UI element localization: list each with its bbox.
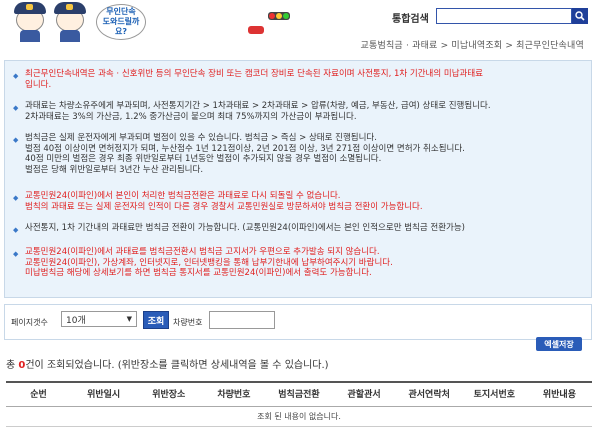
empty-table-message: 조회 된 내용이 없습니다. — [6, 407, 592, 427]
notice-line: 과태료는 차량소유주에게 부과되며, 사전통지기간 > 1차과태료 > 2차과태… — [25, 101, 491, 111]
result-summary: 총 0건이 조회되었습니다. (위반장소를 클릭하면 상세내역을 볼 수 있습니… — [6, 356, 329, 371]
notice-line: 교통민원24(이파인)에서 과태료를 범칙금전환시 범칙금 고지서가 우편으로 … — [25, 247, 380, 257]
page-count-value: 10개 — [66, 315, 86, 326]
column-header-vehicle-number[interactable]: 차량번호 — [201, 383, 266, 406]
chevron-down-icon: ▼ — [126, 315, 132, 323]
search-input[interactable] — [436, 8, 572, 24]
notice-line: 벌점 40점 이상이면 면허정지가 되며, 누산점수 1년 121점이상, 2년… — [25, 143, 465, 154]
notice-item: ◆ 범칙금은 실제 운전자에게 부과되며 벌점이 있을 수 있습니다. 범칙금 … — [13, 133, 465, 175]
notice-item: ◆ 교통민원24(이파인)에서 본인이 처리한 범칙금전환은 과태료로 다시 되… — [13, 191, 423, 212]
vehicle-number-input[interactable] — [209, 311, 275, 329]
column-header-office-contact[interactable]: 관서연락처 — [397, 383, 462, 406]
notice-line: 미납범칙금 해당에 상세보기를 하면 범칙금 통지서를 교통민원24(이파인)에… — [25, 268, 372, 278]
notice-line: 교통민원24(이파인)에서 본인이 처리한 범칙금전환은 과태료로 다시 되돌릴… — [25, 191, 341, 201]
search-button[interactable] — [572, 8, 588, 24]
bullet-icon: ◆ — [13, 194, 19, 202]
speech-bubble-line-2: 도와드릴까요? — [102, 17, 140, 36]
notice-line: 40점 미만의 벌점은 경우 최종 위반일로부터 1년동안 벌점이 추가되지 않… — [25, 154, 382, 164]
results-table: 순번 위반일시 위반장소 차량번호 범칙금전환 관할관서 관서연락처 토지서번호… — [6, 381, 592, 427]
bullet-icon: ◆ — [13, 72, 19, 80]
lookup-button[interactable]: 조회 — [143, 311, 169, 329]
police-mascot-right-icon — [52, 2, 88, 42]
breadcrumb: 교통범칙금 · 과태료 > 미납내역조회 > 최근무인단속내역 — [360, 41, 584, 51]
search-label: 통합검색 — [392, 14, 429, 25]
summary-suffix: 건이 조회되었습니다. (위반장소를 클릭하면 상세내역을 볼 수 있습니다.) — [25, 360, 329, 371]
column-header-fine-conversion[interactable]: 범칙금전환 — [266, 383, 331, 406]
traffic-light-icon — [268, 12, 290, 20]
notice-line: 사전통지, 1차 기간내의 과태료만 범칙금 전환이 가능합니다. (교통민원2… — [25, 223, 465, 233]
notice-item: ◆ 최근무인단속내역은 과속 · 신호위반 등의 무인단속 장비 또는 캠코더 … — [13, 69, 483, 90]
column-header-seq[interactable]: 순번 — [6, 383, 71, 406]
car-icon — [248, 26, 264, 34]
column-header-violation-date[interactable]: 위반일시 — [71, 383, 136, 406]
search-controls: 페이지갯수 10개 ▼ 조회 차량번호 — [4, 304, 592, 340]
notice-line: 범칙금은 실제 운전자에게 부과되며 벌점이 있을 수 있습니다. 범칙금 > … — [25, 133, 377, 143]
bullet-icon: ◆ — [13, 226, 19, 234]
table-header: 순번 위반일시 위반장소 차량번호 범칙금전환 관할관서 관서연락처 토지서번호… — [6, 381, 592, 407]
vehicle-number-label: 차량번호 — [173, 318, 203, 327]
speech-bubble: 무인단속 도와드릴까요? — [96, 4, 146, 40]
page-count-label: 페이지갯수 — [11, 318, 48, 327]
header: 무인단속 도와드릴까요? 통합검색 교통범칙금 · 과태료 > 미납내역조회 >… — [0, 0, 598, 58]
column-header-violation-details[interactable]: 위반내용 — [527, 383, 592, 406]
column-header-jurisdiction[interactable]: 관할관서 — [332, 383, 397, 406]
notice-line: 입니다. — [25, 79, 52, 90]
notice-item: ◆ 과태료는 차량소유주에게 부과되며, 사전통지기간 > 1차과태료 > 2차… — [13, 101, 491, 122]
notice-line: 교통민원24(이파인), 가상계좌, 인터넷지로, 인터넷뱅킹을 통해 납부기한… — [25, 257, 393, 268]
notice-item: ◆ 교통민원24(이파인)에서 과태료를 범칙금전환시 범칙금 고지서가 우편으… — [13, 247, 393, 279]
notice-box: ◆ 최근무인단속내역은 과속 · 신호위반 등의 무인단속 장비 또는 캠코더 … — [4, 60, 592, 298]
speech-bubble-line-1: 무인단속 — [106, 7, 136, 16]
notice-item: ◆ 사전통지, 1차 기간내의 과태료만 범칙금 전환이 가능합니다. (교통민… — [13, 223, 465, 234]
bullet-icon: ◆ — [13, 250, 19, 258]
notice-line: 2차과태료는 3%의 가산금, 1.2% 중가산금이 붙으며 최대 75%까지의… — [25, 111, 357, 122]
page-count-select[interactable]: 10개 ▼ — [61, 311, 137, 327]
summary-prefix: 총 — [6, 360, 16, 371]
excel-save-button[interactable]: 엑셀저장 — [536, 337, 582, 351]
logo-mascots: 무인단속 도와드릴까요? — [8, 0, 258, 46]
notice-line: 범칙의 과태료 또는 실제 운전자의 인적이 다른 경우 경찰서 교통민원실로 … — [25, 201, 423, 212]
column-header-violation-place[interactable]: 위반장소 — [136, 383, 201, 406]
bullet-icon: ◆ — [13, 104, 19, 112]
police-mascot-left-icon — [12, 2, 48, 42]
bullet-icon: ◆ — [13, 136, 19, 144]
notice-line: 벌점은 당해 위반일로부터 3년간 누산 관리됩니다. — [25, 164, 204, 175]
notice-line: 최근무인단속내역은 과속 · 신호위반 등의 무인단속 장비 또는 캠코더 장비… — [25, 69, 483, 79]
search-icon — [575, 11, 585, 21]
column-header-notice-number[interactable]: 토지서번호 — [462, 383, 527, 406]
